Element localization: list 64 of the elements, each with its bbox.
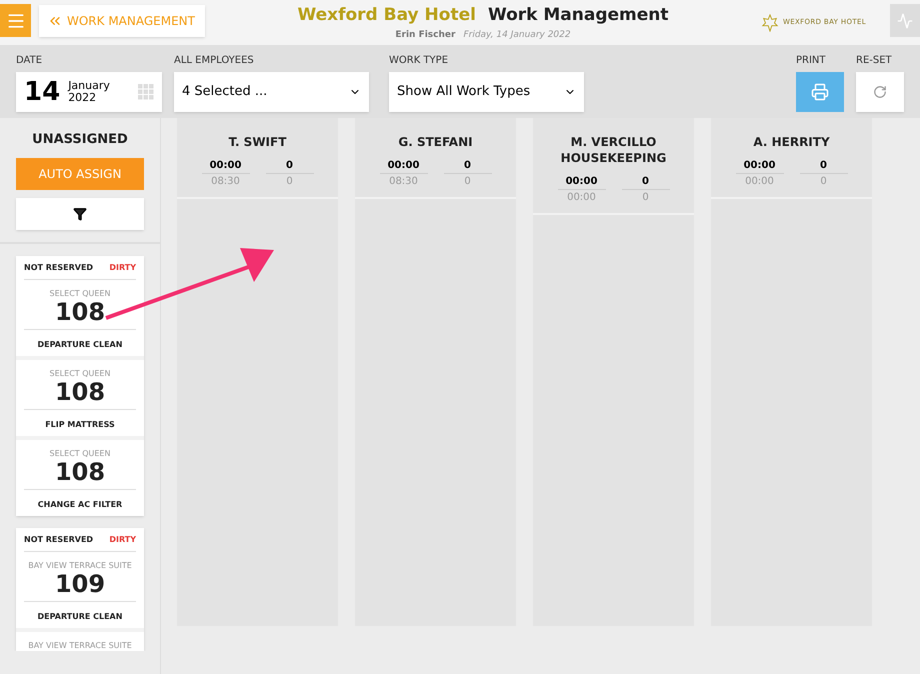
print-label: PRINT [796,54,827,68]
time-worked: 00:00 [380,158,428,174]
work-type-label: WORK TYPE [389,54,450,68]
reset-button[interactable] [856,72,904,112]
room-number: 108 [54,458,106,484]
date-label: DATE [16,54,44,68]
reset-label: RE-SET [856,54,893,68]
planned-count: 0 [819,175,828,189]
time-worked: 00:00 [202,158,250,174]
work-type-dropdown[interactable]: Show All Work Types [389,72,584,112]
planned-count: 0 [463,175,472,189]
employee-name: A. HERRITY [752,134,831,150]
reservation-status: NOT RESERVED [24,534,94,544]
time-worked: 00:00 [558,174,606,190]
page-title: Work Management [488,4,669,27]
room-card[interactable]: NOT RESERVED DIRTY SELECT QUEEN 108 DEPARTURE CLEAN SELECT QUEEN 108 FLIP MATTRESS SELECT QUEEN 108 CHANGE AC FILTER [16,256,144,516]
task-count: 0 [444,158,492,174]
reservation-status: NOT RESERVED [24,262,94,272]
room-type: BAY VIEW TERRACE SUITE [28,560,132,570]
planned-count: 0 [285,175,294,189]
room-number: 109 [54,570,106,596]
year: 2022 [68,92,96,104]
planned-time: 00:00 [566,191,597,205]
employee-name: G. STEFANI [397,134,474,150]
activity-icon [897,12,913,28]
day-number: 14 [24,76,60,108]
time-worked: 00:00 [736,158,784,174]
room-number: 108 [54,298,106,324]
planned-count: 0 [641,191,650,205]
employees-label: ALL EMPLOYEES [174,54,255,68]
filter-icon [73,206,87,220]
employees-dropdown[interactable]: 4 Selected ... [174,72,369,112]
room-number: 108 [54,378,106,404]
task-name: FLIP MATTRESS [45,420,115,428]
planned-time: 08:30 [210,175,241,189]
reset-icon [873,85,887,99]
menu-button[interactable] [0,4,31,37]
month: January [68,80,110,92]
room-status: DIRTY [109,262,136,272]
current-date: Friday, 14 January 2022 [463,28,571,42]
room-type: BAY VIEW TERRACE SUITE [28,640,132,650]
activity-button[interactable] [890,4,920,37]
task-count: 0 [266,158,314,174]
unassigned-heading: UNASSIGNED [32,131,128,149]
room-type: SELECT QUEEN [50,288,110,298]
print-button[interactable] [796,72,844,112]
employee-name: T. SWIFT [228,134,288,150]
task-count: 0 [800,158,848,174]
room-type: SELECT QUEEN [50,448,110,458]
task-name: DEPARTURE CLEAN [38,340,122,348]
planned-time: 00:00 [744,175,775,189]
room-card[interactable]: NOT RESERVED DIRTY BAY VIEW TERRACE SUITE 109 DEPARTURE CLEAN BAY VIEW TERRACE SUITE [16,528,144,650]
task-name: DEPARTURE CLEAN [38,612,122,620]
filter-button[interactable] [16,198,144,230]
planned-time: 08:30 [388,175,419,189]
employee-name: M. VERCILLO HOUSEKEEPING [560,134,668,166]
calendar-grid-icon [138,84,154,100]
room-type: SELECT QUEEN [50,368,110,378]
printer-icon [811,83,829,101]
task-count: 0 [622,174,670,190]
hotel-name: Wexford Bay Hotel [297,4,476,27]
room-status: DIRTY [109,534,136,544]
task-name: CHANGE AC FILTER [38,500,122,508]
user-name: Erin Fischer [395,28,456,42]
